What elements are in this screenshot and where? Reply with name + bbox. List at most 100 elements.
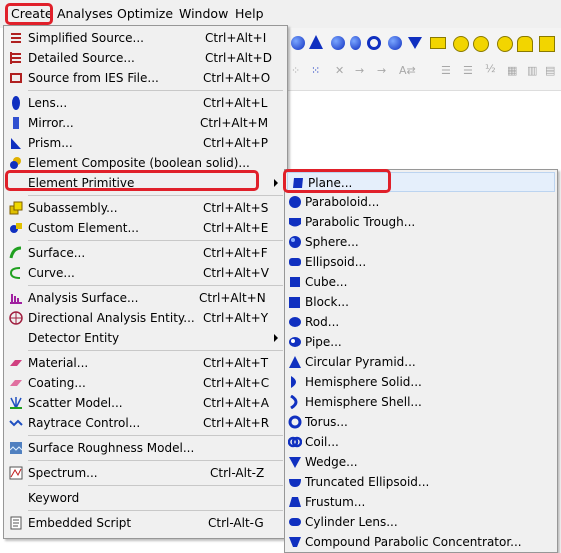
menu-item-raytrace-control[interactable]: Raytrace Control... Ctrl+Alt+R: [4, 413, 287, 433]
toolbar: ⁘ ⁙ ✕ → → A⇄ ☰ ☰ ½ ▦ ▥ ▤: [287, 28, 561, 91]
yellow-shape-tool-icon-5[interactable]: [517, 36, 533, 52]
menu-item-material[interactable]: Material... Ctrl+Alt+T: [4, 353, 287, 373]
element-primitive-highlight: [5, 170, 259, 191]
create-menu-highlight: [5, 3, 53, 25]
yellow-shape-tool-icon-6[interactable]: [539, 36, 555, 52]
menu-item-lens[interactable]: Lens... Ctrl+Alt+L: [4, 93, 287, 113]
yellow-shape-tool-icon-2[interactable]: [453, 36, 469, 52]
menu-item-detailed-source[interactable]: Detailed Source... Ctrl+Alt+D: [4, 48, 287, 68]
hemisphere-solid-icon: [291, 376, 296, 388]
submenu-item-torus[interactable]: Torus...: [285, 412, 557, 432]
chart-tool-icon[interactable]: ▦: [507, 64, 521, 78]
arrow-right-tool-icon-2[interactable]: →: [377, 64, 391, 78]
list-tool-icon[interactable]: ☰: [441, 64, 455, 78]
submenu-item-coil[interactable]: Coil...: [285, 432, 557, 452]
menu-item-directional-analysis[interactable]: Directional Analysis Entity... Ctrl+Alt+…: [4, 308, 287, 328]
menu-help[interactable]: Help: [235, 6, 264, 21]
truncated-ellipsoid-icon: [289, 479, 301, 487]
submenu-arrow-icon: [274, 334, 278, 342]
submenu-item-hemisphere-shell[interactable]: Hemisphere Shell...: [285, 392, 557, 412]
mirror-icon: [13, 117, 19, 129]
hemisphere-shell-icon: [290, 395, 298, 409]
table-tool-icon-2[interactable]: ▤: [545, 64, 559, 78]
menu-analyses[interactable]: Analyses: [57, 6, 113, 21]
submenu-item-cpc[interactable]: Compound Parabolic Concentrator...: [285, 532, 557, 552]
coil-icon: [288, 436, 302, 448]
coating-icon: [10, 380, 22, 386]
submenu-item-cube[interactable]: Cube...: [285, 272, 557, 292]
create-menu: Simplified Source... Ctrl+Alt+I Detailed…: [3, 25, 288, 539]
table-tool-icon[interactable]: ▥: [527, 64, 541, 78]
menu-item-simplified-source[interactable]: Simplified Source... Ctrl+Alt+I: [4, 28, 287, 48]
menu-item-scatter-model[interactable]: Scatter Model... Ctrl+Alt+A: [4, 393, 287, 413]
submenu-item-wedge[interactable]: Wedge...: [285, 452, 557, 472]
pyramid-tool-icon[interactable]: [309, 35, 323, 49]
ies-source-icon: [10, 73, 22, 83]
text-arrow-tool-icon[interactable]: A⇄: [399, 64, 416, 78]
detailed-source-icon: [10, 52, 21, 64]
scatter-model-icon: [10, 397, 22, 409]
wedge-icon: [289, 457, 301, 468]
menu-item-custom-element[interactable]: Custom Element... Ctrl+Alt+E: [4, 218, 287, 238]
rod-icon: [289, 317, 301, 327]
hemisphere-tool-icon[interactable]: [331, 36, 345, 50]
submenu-item-rod[interactable]: Rod...: [285, 312, 557, 332]
menu-optimize[interactable]: Optimize: [117, 6, 173, 21]
submenu-item-truncated-ellipsoid[interactable]: Truncated Ellipsoid...: [285, 472, 557, 492]
submenu-item-parabolic-trough[interactable]: Parabolic Trough...: [285, 212, 557, 232]
torus-icon: [288, 415, 302, 429]
submenu-item-paraboloid[interactable]: Paraboloid...: [285, 192, 557, 212]
directional-analysis-icon: [9, 311, 23, 325]
submenu-item-ellipsoid[interactable]: Ellipsoid...: [285, 252, 557, 272]
list-tool-icon-2[interactable]: ☰: [463, 64, 477, 78]
menu-item-coating[interactable]: Coating... Ctrl+Alt+C: [4, 373, 287, 393]
yellow-shape-tool-icon-4[interactable]: [497, 36, 513, 52]
menu-item-surface[interactable]: Surface... Ctrl+Alt+F: [4, 243, 287, 263]
numbered-tool-icon[interactable]: ½: [485, 62, 499, 76]
submenu-item-hemisphere-solid[interactable]: Hemisphere Solid...: [285, 372, 557, 392]
parabolic-trough-icon: [289, 218, 301, 227]
yellow-shape-tool-icon-3[interactable]: [473, 36, 489, 52]
element-composite-icon: [10, 157, 21, 169]
menu-item-detector-entity[interactable]: Detector Entity: [4, 328, 287, 348]
yellow-shape-tool-icon-1[interactable]: [430, 37, 446, 49]
cylinder-lens-icon: [289, 518, 301, 526]
curve-icon: [9, 267, 21, 279]
submenu-item-cylinder-lens[interactable]: Cylinder Lens...: [285, 512, 557, 532]
grid-tool-icon[interactable]: ⁘: [291, 64, 305, 78]
lens-icon: [12, 96, 20, 110]
submenu-item-circular-pyramid[interactable]: Circular Pyramid...: [285, 352, 557, 372]
surface-roughness-icon: [9, 442, 23, 454]
ellipsoid-tool-icon[interactable]: [291, 36, 305, 50]
torus-tool-icon[interactable]: [367, 36, 381, 50]
menu-item-mirror[interactable]: Mirror... Ctrl+Alt+M: [4, 113, 287, 133]
wedge-tool-icon[interactable]: [408, 37, 422, 49]
menu-item-analysis-surface[interactable]: Analysis Surface... Ctrl+Alt+N: [4, 288, 287, 308]
simplified-source-icon: [11, 33, 21, 43]
frustum-icon: [289, 497, 301, 507]
circular-pyramid-icon: [289, 356, 301, 368]
menu-item-curve[interactable]: Curve... Ctrl+Alt+V: [4, 263, 287, 283]
submenu-item-pipe[interactable]: Pipe...: [285, 332, 557, 352]
menu-item-embedded-script[interactable]: Embedded Script Ctrl-Alt-G: [4, 513, 287, 533]
analysis-surface-icon: [10, 294, 22, 304]
menu-item-ies-source[interactable]: Source from IES File... Ctrl+Alt+O: [4, 68, 287, 88]
menu-item-subassembly[interactable]: Subassembly... Ctrl+Alt+S: [4, 198, 287, 218]
sphere-icon: [289, 236, 301, 248]
submenu-item-sphere[interactable]: Sphere...: [285, 232, 557, 252]
menu-item-prism[interactable]: Prism... Ctrl+Alt+P: [4, 133, 287, 153]
hemisphere-shell-tool-icon[interactable]: [350, 36, 361, 50]
menu-item-spectrum[interactable]: Spectrum... Ctrl-Alt-Z: [4, 463, 287, 483]
points-tool-icon[interactable]: ⁙: [311, 64, 325, 78]
menu-item-keyword[interactable]: Keyword: [4, 488, 287, 508]
submenu-item-frustum[interactable]: Frustum...: [285, 492, 557, 512]
menu-window[interactable]: Window: [179, 6, 228, 21]
menu-item-surface-roughness[interactable]: Surface Roughness Model...: [4, 438, 287, 458]
submenu-arrow-icon: [274, 179, 278, 187]
cross-tool-icon[interactable]: ✕: [335, 64, 349, 78]
arrow-right-tool-icon[interactable]: →: [355, 64, 369, 78]
material-icon: [10, 360, 22, 366]
coil-tool-icon[interactable]: [388, 36, 402, 50]
submenu-item-block[interactable]: Block...: [285, 292, 557, 312]
cube-icon: [290, 277, 300, 287]
